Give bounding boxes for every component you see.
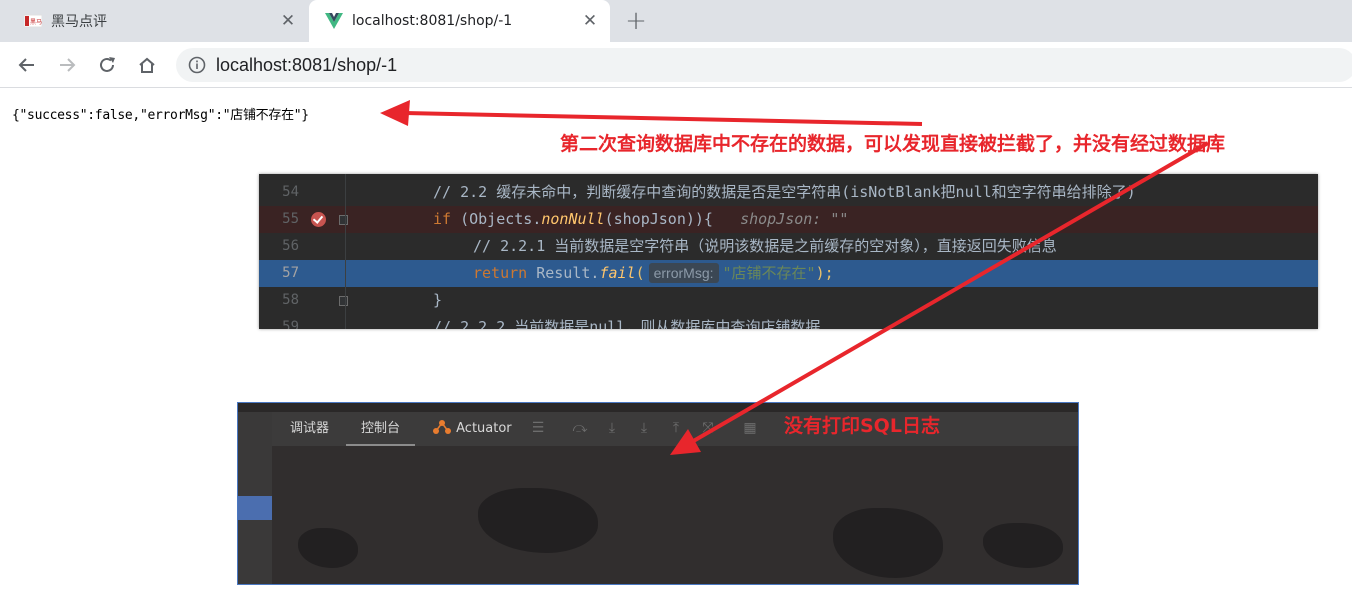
line-number: 54: [282, 184, 299, 200]
code-line: 59 // 2.2.2 当前数据是null，则从数据库中查询店铺数据: [259, 314, 1318, 329]
debug-value-hint: shopJson: "": [740, 210, 849, 228]
reload-icon[interactable]: [91, 49, 123, 81]
ide-console-panel: 调试器 控制台 Actuator ☰ ⤼ ⤓ ⤓ ⤒ ⤧ ▦: [237, 402, 1079, 585]
step-out-icon[interactable]: ⤒: [668, 420, 684, 436]
svg-text:黑马: 黑马: [30, 18, 42, 26]
tab-title: 黑马点评: [51, 14, 107, 30]
screenshot: 黑马 黑马点评 ✕ localhost:8081/shop/-1 ✕ + loc…: [0, 0, 1352, 616]
new-tab-icon[interactable]: +: [622, 6, 650, 36]
drop-frame-icon[interactable]: ⤧: [700, 420, 716, 436]
code-line: 58 }: [259, 287, 1318, 314]
tab-debugger[interactable]: 调试器: [290, 412, 329, 446]
code-line-current: 57 return Result.fail(errorMsg: "店铺不存在");: [259, 260, 1318, 287]
annotation-console: 没有打印SQL日志: [784, 415, 940, 437]
line-number: 55: [282, 211, 299, 227]
gutter-divider: [345, 174, 346, 329]
line-number: 56: [282, 238, 299, 254]
background-decoration: [298, 528, 358, 568]
code-text: }: [433, 291, 443, 309]
json-response: {"success":false,"errorMsg":"店铺不存在"}: [12, 108, 309, 123]
parameter-hint: errorMsg:: [648, 263, 719, 283]
step-into-icon[interactable]: ⤓: [604, 420, 620, 436]
close-tab-icon[interactable]: ✕: [578, 9, 602, 33]
code-comment: // 2.2 缓存未命中，判断缓存中查询的数据是否是空字符串(isNotBlan…: [433, 183, 1136, 201]
line-number: 59: [282, 319, 299, 329]
forward-icon[interactable]: [51, 49, 83, 81]
code-comment: // 2.2.2 当前数据是null，则从数据库中查询店铺数据: [433, 318, 821, 329]
tab-actuator[interactable]: Actuator: [432, 412, 512, 446]
panel-top-strip: [238, 403, 1078, 412]
info-icon[interactable]: [188, 56, 206, 74]
breakpoint-icon[interactable]: [311, 212, 326, 227]
annotation-main: 第二次查询数据库中不存在的数据，可以发现直接被拦截了，并没有经过数据库: [560, 133, 1226, 155]
tab-dianping[interactable]: 黑马 黑马点评 ✕: [8, 0, 308, 42]
fold-icon[interactable]: [339, 296, 348, 306]
code-line: 54 // 2.2 缓存未命中，判断缓存中查询的数据是否是空字符串(isNotB…: [259, 179, 1318, 206]
address-url: localhost:8081/shop/-1: [216, 54, 398, 75]
home-icon[interactable]: [131, 49, 163, 81]
background-decoration: [478, 488, 598, 553]
ide-code-editor: 54 // 2.2 缓存未命中，判断缓存中查询的数据是否是空字符串(isNotB…: [259, 174, 1318, 329]
actuator-icon: [433, 420, 451, 434]
tab-console[interactable]: 控制台: [346, 412, 416, 446]
evaluate-icon[interactable]: ▦: [742, 420, 758, 436]
browser-toolbar: localhost:8081/shop/-1: [0, 42, 1352, 88]
menu-icon[interactable]: ☰: [530, 420, 546, 436]
line-number: 58: [282, 292, 299, 308]
code-line: 56 // 2.2.1 当前数据是空字符串（说明该数据是之前缓存的空对象），直接…: [259, 233, 1318, 260]
code-text: if (Objects.nonNull(shopJson)){ shopJson…: [433, 210, 849, 228]
background-decoration: [983, 523, 1063, 568]
console-tab-bar: 调试器 控制台 Actuator ☰ ⤼ ⤓ ⤓ ⤒ ⤧ ▦: [272, 412, 1078, 446]
tab-localhost[interactable]: localhost:8081/shop/-1 ✕: [309, 0, 610, 42]
fold-icon[interactable]: [339, 215, 348, 225]
step-over-icon[interactable]: ⤼: [572, 420, 588, 436]
code-text: return Result.fail(errorMsg: "店铺不存在");: [473, 263, 834, 283]
background-decoration: [833, 508, 943, 578]
dianping-logo-icon: 黑马: [24, 12, 42, 30]
force-step-into-icon[interactable]: ⤓: [636, 420, 652, 436]
browser-tab-strip: 黑马 黑马点评 ✕ localhost:8081/shop/-1 ✕ +: [0, 0, 1352, 42]
code-line: 55 if (Objects.nonNull(shopJson)){ shopJ…: [259, 206, 1318, 233]
close-tab-icon[interactable]: ✕: [276, 9, 300, 33]
vue-logo-icon: [325, 12, 343, 30]
back-icon[interactable]: [11, 49, 43, 81]
line-number: 57: [282, 265, 299, 281]
tab-title: localhost:8081/shop/-1: [352, 13, 513, 29]
arrow-to-json: [380, 100, 923, 126]
address-bar[interactable]: localhost:8081/shop/-1: [176, 48, 1352, 82]
panel-left-selected[interactable]: [238, 496, 272, 520]
code-comment: // 2.2.1 当前数据是空字符串（说明该数据是之前缓存的空对象），直接返回失…: [473, 237, 1057, 255]
